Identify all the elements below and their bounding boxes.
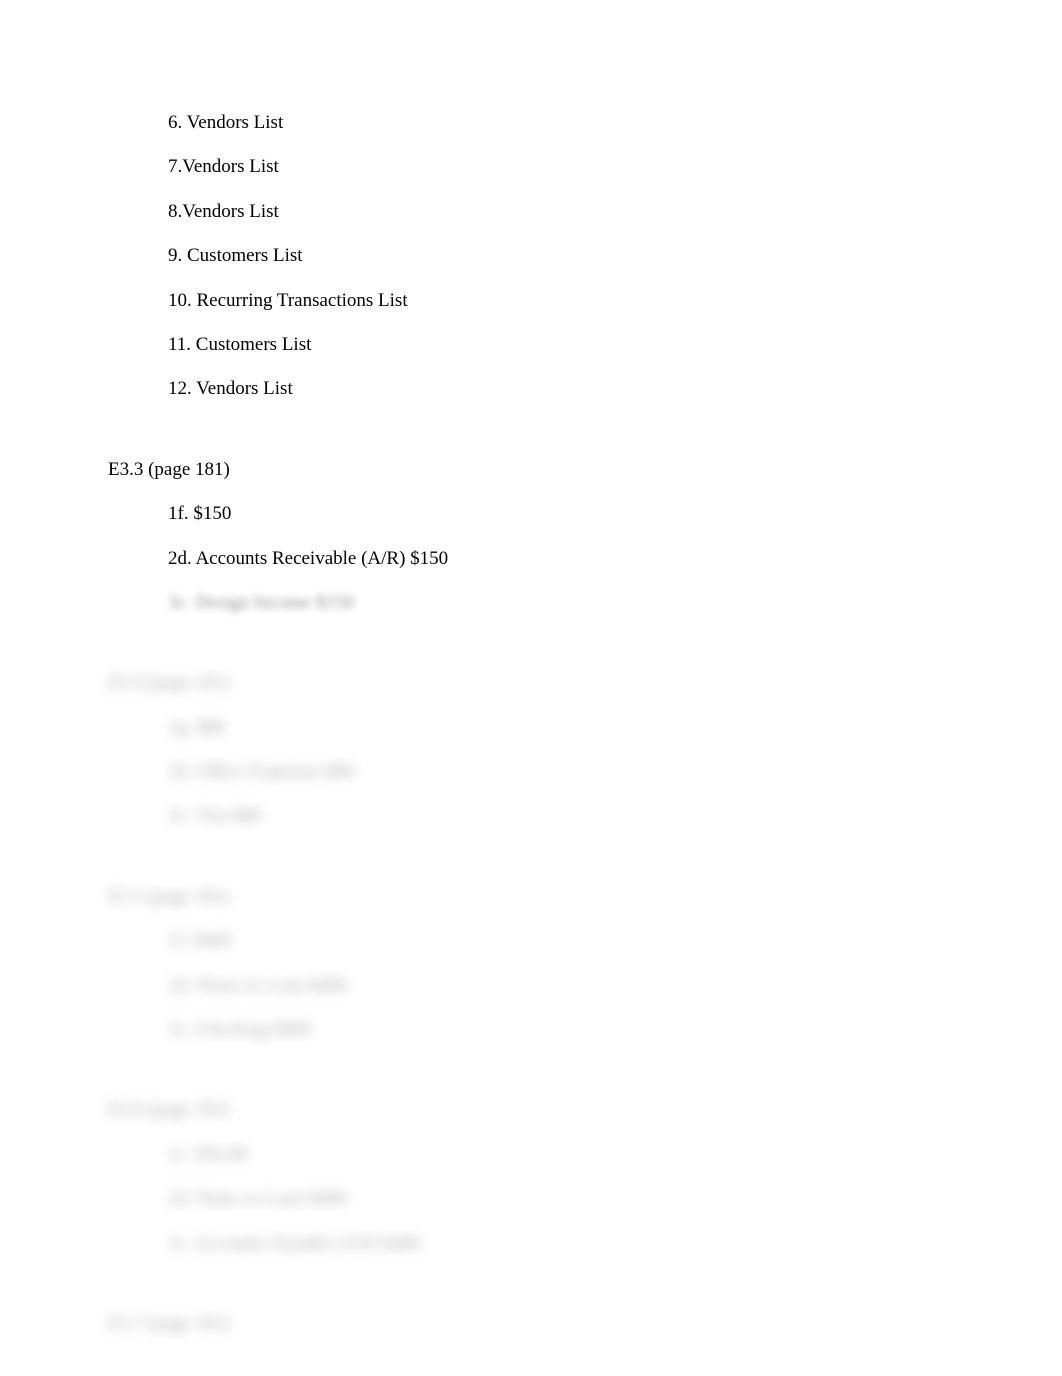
blurred-section: E3.7 (page 181) [108,1309,954,1339]
section-heading: E3.5 (page 181) [108,882,954,912]
list-item: 1f. $400 [168,926,954,956]
list-item: 9. Customers List [168,241,954,271]
blurred-section: E3.6 (page 181) 1c. $50.00 2d. Notes to … [108,1095,954,1259]
list-item: 3c. Accounts Payable (A/P) $400 [168,1229,954,1259]
list-item: 8.Vendors List [168,197,954,227]
list-item: 12. Vendors List [168,374,954,404]
blurred-section: E3.5 (page 181) 1f. $400 2d. Notes to Lo… [108,882,954,1046]
list-item: 6. Vendors List [168,108,954,138]
list-item: 2b. Office Expenses $80 [168,757,954,787]
blurred-line: 3c. Design Income $150 [168,588,954,618]
list-item: 2d. Notes to Loan $400 [168,971,954,1001]
list-item: 1f. $150 [168,499,954,529]
section-content: 1g. $80 2b. Office Expenses $80 3c. Visa… [108,713,954,832]
list-item: 7.Vendors List [168,152,954,182]
section-heading: E3.6 (page 181) [108,1095,954,1125]
section-heading: E3.4 (page 181) [108,668,954,698]
section-content: 1f. $150 2d. Accounts Receivable (A/R) $… [108,499,954,618]
list-item: 1g. $80 [168,713,954,743]
top-list: 6. Vendors List 7.Vendors List 8.Vendors… [108,108,954,405]
list-item: 3c. Checking $400 [168,1015,954,1045]
section-content: 1f. $400 2d. Notes to Loan $400 3c. Chec… [108,926,954,1045]
section-content: 1c. $50.00 2d. Notes to Loan $400 3c. Ac… [108,1140,954,1259]
section-heading: E3.3 (page 181) [108,455,954,485]
blurred-section: E3.4 (page 181) 1g. $80 2b. Office Expen… [108,668,954,832]
list-item: 2d. Accounts Receivable (A/R) $150 [168,544,954,574]
list-item: 10. Recurring Transactions List [168,286,954,316]
list-item: 3c. Visa $80 [168,801,954,831]
section-heading: E3.7 (page 181) [108,1309,954,1339]
document-page: 6. Vendors List 7.Vendors List 8.Vendors… [0,0,1062,1339]
list-item: 2d. Notes to Loan $400 [168,1184,954,1214]
list-item: 1c. $50.00 [168,1140,954,1170]
list-item: 11. Customers List [168,330,954,360]
